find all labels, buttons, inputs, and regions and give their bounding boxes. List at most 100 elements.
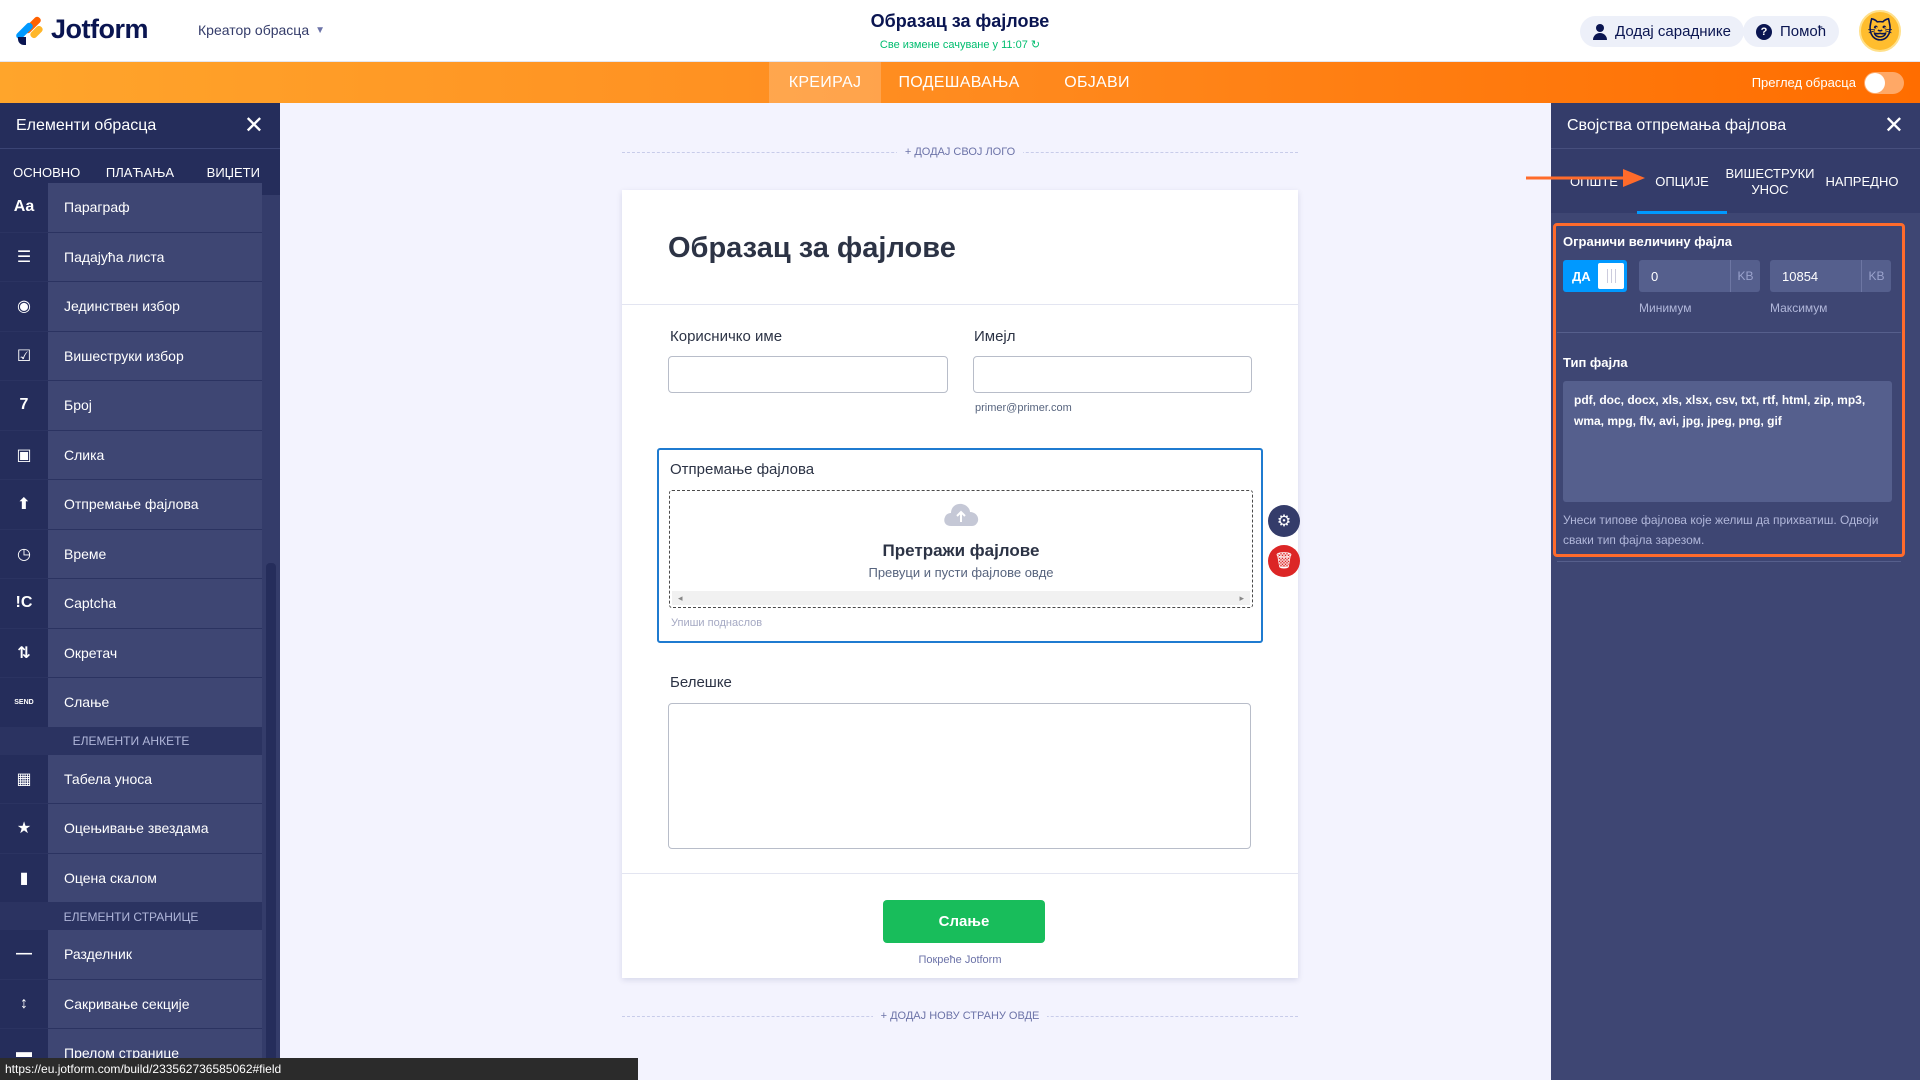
max-size-input[interactable]: 10854 KB [1770,260,1891,292]
cloud-upload-icon [944,503,979,526]
avatar-face-icon: 😺 [1867,17,1893,45]
add-collaborators-button[interactable]: Додај сараднике [1580,16,1744,47]
element-item[interactable]: Aa Параграф [0,183,262,233]
file-types-help: Унеси типове фајлова које желиш да прихв… [1563,513,1879,547]
element-item-label: Captcha [48,579,262,628]
status-url: https://eu.jotform.com/build/23356273658… [5,1062,282,1076]
horizontal-scrollbar[interactable]: ◂ ▸ [672,591,1250,605]
file-types-textarea[interactable]: pdf, doc, docx, xls, xlsx, csv, txt, rtf… [1563,381,1892,502]
drag-drop-text: Превуци и пусти фајлове овде [868,565,1054,580]
element-item[interactable]: ↕ Сакривање секције [0,979,262,1029]
tab-advanced[interactable]: НАПРЕДНО [1813,149,1911,214]
form-heading[interactable]: Образац за фајлове [668,232,956,265]
avatar[interactable]: 😺 [1859,10,1901,52]
element-item[interactable]: ◉ Јединствен избор [0,282,262,332]
tab-publish[interactable]: ОБЈАВИ [1040,62,1154,103]
element-item[interactable]: ☰ Падајућа листа [0,232,262,282]
element-item-label: Падајућа листа [48,232,262,281]
notes-label: Белешке [670,674,732,691]
paragraph-icon: Aa [0,183,48,232]
help-button[interactable]: ? Помоћ [1743,16,1840,47]
element-item-label: Број [48,381,262,430]
top-header: Jotform Креатор обрасца ▼ Образац за фај… [0,0,1920,62]
username-input[interactable] [668,356,948,393]
scroll-left-icon[interactable]: ◂ [678,593,683,604]
element-item[interactable]: — Разделник [0,930,262,980]
file-drop-zone[interactable]: Претражи фајлове Превуци и пусти фајлове… [669,490,1253,608]
browser-status-bar: https://eu.jotform.com/build/23356273658… [0,1058,638,1080]
file-upload-label: Отпремање фајлова [670,461,815,478]
element-item[interactable]: ⇅ Окретач [0,628,262,678]
add-logo-button[interactable]: + ДОДАЈ СВОЈ ЛОГО [896,146,1024,158]
element-item[interactable]: ⬆ Отпремање фајлова [0,480,262,530]
divider-icon: — [0,930,48,979]
preview-label: Преглед обрасца [1751,75,1856,90]
element-item-label: Вишеструки избор [48,331,262,380]
close-icon[interactable]: ✕ [1884,113,1904,138]
form-preview-toggle[interactable]: Преглед обрасца [1752,62,1904,103]
file-upload-icon: ⬆ [0,480,48,529]
element-item-label: Разделник [48,930,262,979]
add-page-button[interactable]: + ДОДАЈ НОВУ СТРАНУ ОВДЕ [872,1010,1048,1022]
upload-sublabel-input[interactable]: Упиши поднаслов [671,617,762,629]
form-elements-panel: Елементи обрасца ✕ ОСНОВНО ПЛАЋАЊА ВИЏЕТ… [0,103,280,1080]
max-unit: KB [1861,260,1891,292]
table-icon: ▦ [0,754,48,803]
captcha-icon: !C [0,579,48,628]
delete-field-button[interactable]: 🗑 [1268,545,1300,577]
element-item[interactable]: ▮ Оцена скалом [0,853,262,903]
element-item-label: Време [48,529,262,578]
min-size-value: 0 [1651,268,1659,284]
element-item-label: Параграф [48,183,262,232]
scroll-right-icon[interactable]: ▸ [1239,593,1244,604]
element-item[interactable]: ▦ Табела уноса [0,754,262,804]
number-icon: 7 [0,381,48,430]
form-elements-title: Елементи обрасца [16,116,157,134]
tab-settings[interactable]: ПОДЕШАВАЊА [886,62,1032,103]
properties-header: Својства отпремања фајлова ✕ [1551,103,1920,148]
element-item-label: Јединствен избор [48,282,262,331]
element-item-label: Оцена скалом [48,853,262,902]
toggle-knob-icon [1598,263,1624,289]
notes-textarea[interactable] [668,703,1251,849]
star-icon: ★ [0,804,48,853]
close-icon[interactable]: ✕ [244,113,264,138]
element-item[interactable]: ◷ Време [0,529,262,579]
tab-build[interactable]: КРЕИРАЈ [769,62,881,103]
bar-chart-icon: ▮ [0,853,48,902]
section-divider [1557,561,1901,562]
element-item-label: Оцењивање звездама [48,804,262,853]
form-elements-header: Елементи обрасца ✕ [0,103,280,148]
element-list: Aa Параграф ☰ Падајућа листа ◉ Јединствен изб… [0,183,262,1079]
scrollbar[interactable] [266,563,276,1080]
preview-switch[interactable] [1864,71,1904,94]
section-header: ЕЛЕМЕНТИ АНКЕТЕ [0,727,262,755]
section-divider [1557,332,1901,333]
field-settings-button[interactable]: ⚙ [1268,505,1300,537]
radio-icon: ◉ [0,282,48,331]
min-size-input[interactable]: 0 KB [1639,260,1760,292]
powered-by[interactable]: Покреће Jotform [622,954,1298,966]
heading-divider [622,304,1298,305]
properties-title: Својства отпремања фајлова [1567,116,1787,134]
browse-files-button[interactable]: Претражи фајлове [670,541,1252,561]
element-item[interactable]: 7 Број [0,381,262,431]
file-type-title: Тип фајла [1563,355,1628,370]
element-item[interactable]: ★ Оцењивање звездама [0,804,262,854]
send-icon: SEND [0,678,48,727]
element-item-label: Слика [48,430,262,479]
help-label: Помоћ [1780,23,1827,40]
file-upload-field[interactable]: Отпремање фајлова Претражи фајлове Преву… [657,448,1263,643]
limit-size-toggle[interactable]: ДА [1563,260,1627,292]
tab-multiple-input[interactable]: ВИШЕСТРУКИ УНОС [1725,149,1814,214]
element-item-label: Окретач [48,628,262,677]
element-item[interactable]: SEND Слање [0,678,262,728]
checkbox-icon: ☑ [0,331,48,380]
element-item[interactable]: ☑ Вишеструки избор [0,331,262,381]
element-item[interactable]: !C Captcha [0,579,262,629]
element-item[interactable]: ▣ Слика [0,430,262,480]
builder-nav: КРЕИРАЈ ПОДЕШАВАЊА ОБЈАВИ Преглед обрасц… [0,62,1920,103]
submit-button[interactable]: Слање [883,900,1045,943]
spinner-icon: ⇅ [0,628,48,677]
email-input[interactable] [973,356,1252,393]
